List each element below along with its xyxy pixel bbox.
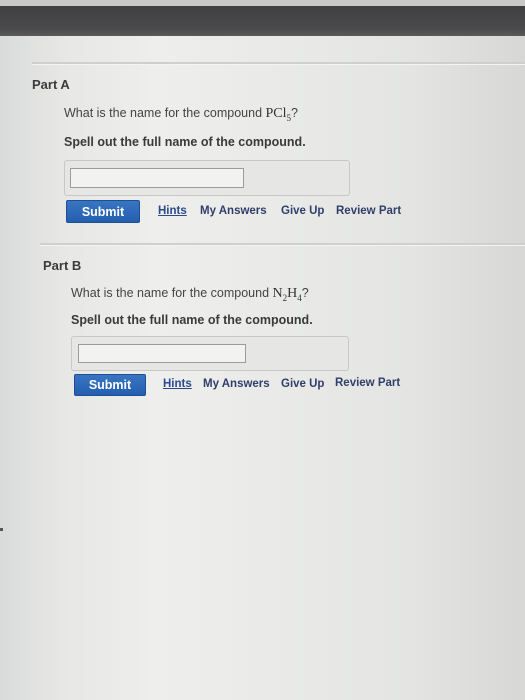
part-b-review-part-link[interactable]: Review Part	[335, 377, 400, 389]
part-a-divider	[32, 62, 525, 65]
part-a-my-answers-link[interactable]: My Answers	[200, 205, 267, 217]
part-b-give-up-link[interactable]: Give Up	[281, 378, 324, 390]
part-b-question-text: What is the name for the compound	[71, 286, 273, 300]
part-a-instruction: Spell out the full name of the compound.	[64, 135, 306, 149]
part-a-title: Part A	[32, 77, 70, 92]
part-b-formula: N2H4	[272, 286, 302, 303]
part-b-title: Part B	[43, 258, 82, 273]
part-a-formula: PCl5	[265, 106, 292, 123]
part-b-answer-field[interactable]	[78, 344, 246, 363]
edge-artifact	[0, 528, 3, 531]
part-b-question-suffix: ?	[301, 286, 309, 300]
part-a-question-suffix: ?	[291, 106, 298, 120]
part-b-divider	[40, 243, 525, 246]
part-b-hints-link[interactable]: Hints	[163, 378, 192, 390]
part-a-question-text: What is the name for the compound	[64, 106, 266, 120]
part-a-submit-button[interactable]: Submit	[66, 200, 140, 223]
part-a-answer-field[interactable]	[70, 168, 244, 188]
part-b-instruction: Spell out the full name of the compound.	[71, 313, 313, 327]
part-b-my-answers-link[interactable]: My Answers	[203, 378, 270, 390]
part-b-submit-button[interactable]: Submit	[74, 374, 146, 396]
part-a-give-up-link[interactable]: Give Up	[281, 205, 324, 217]
part-b-question: What is the name for the compound N2H4?	[71, 286, 309, 303]
browser-top-bar	[0, 0, 525, 36]
part-a-review-part-link[interactable]: Review Part	[336, 205, 401, 217]
part-a-question: What is the name for the compound PCl5?	[64, 106, 298, 123]
part-a-hints-link[interactable]: Hints	[158, 205, 187, 217]
